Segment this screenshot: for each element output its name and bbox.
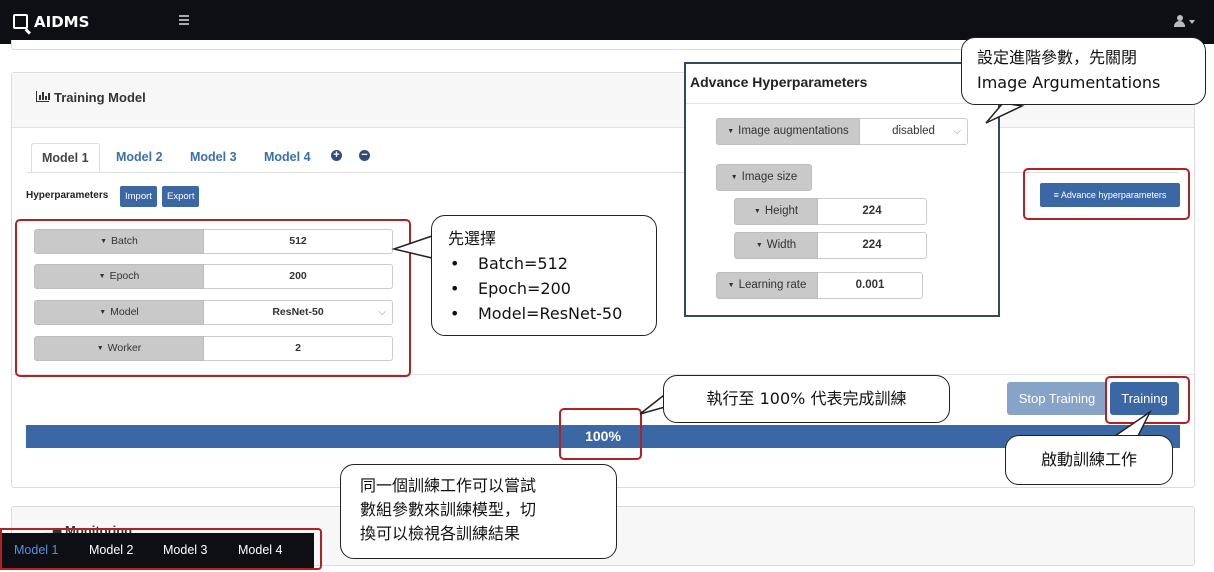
select-callout-title: 先選擇 [448,229,497,248]
progress-callout: 執行至 100% 代表完成訓練 [663,375,950,423]
start-callout: 啟動訓練工作 [1005,435,1173,485]
models-callout-line: 換可以檢視各訓練結果 [360,524,521,543]
select-callout: 先選擇 Batch=512 Epoch=200 Model=ResNet-50 [431,215,657,336]
select-callout-item: Model=ResNet-50 [448,301,656,326]
select-callout-item: Epoch=200 [448,276,656,301]
advanced-callout: 設定進階參數，先關閉 Image Argumentations [961,37,1206,105]
advanced-callout-line: 設定進階參數，先關閉 [977,48,1138,67]
select-callout-item: Batch=512 [448,251,656,276]
models-callout-line: 同一個訓練工作可以嘗試 [360,476,537,495]
models-callout-line: 數組參數來訓練模型，切 [360,500,537,519]
advanced-callout-line: Image Argumentations [977,73,1161,92]
models-callout: 同一個訓練工作可以嘗試 數組參數來訓練模型，切 換可以檢視各訓練結果 [340,464,617,559]
